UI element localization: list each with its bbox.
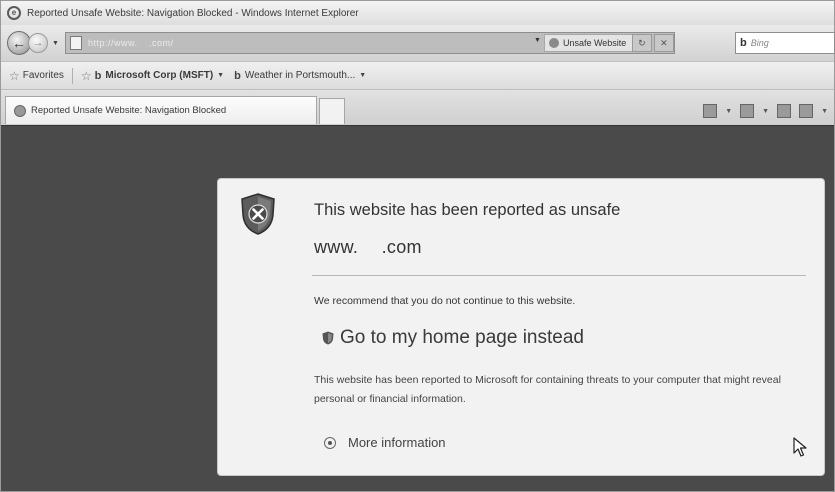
- tab-bar: Reported Unsafe Website: Navigation Bloc…: [1, 89, 834, 125]
- favorite-item-weather[interactable]: b Weather in Portsmouth... ▼: [234, 70, 366, 82]
- title-bar: e Reported Unsafe Website: Navigation Bl…: [1, 1, 834, 25]
- tab-label: Reported Unsafe Website: Navigation Bloc…: [31, 105, 227, 116]
- unsafe-warning-panel: This website has been reported as unsafe…: [217, 178, 825, 476]
- forward-button[interactable]: →: [28, 33, 48, 53]
- recent-pages-dropdown-icon[interactable]: ▼: [52, 40, 59, 47]
- more-information-link[interactable]: More information: [324, 435, 446, 450]
- favorites-bar: ☆ Favorites ☆ b Microsoft Corp (MSFT) ▼ …: [1, 61, 834, 89]
- mail-icon[interactable]: [777, 104, 792, 118]
- print-icon[interactable]: [799, 104, 814, 118]
- address-dropdown-icon[interactable]: ▼: [534, 37, 541, 44]
- shield-icon: [322, 331, 334, 345]
- blocked-url: www. .com: [314, 237, 422, 257]
- favorites-star-icon[interactable]: ☆: [9, 69, 20, 83]
- bing-logo-icon: b: [740, 37, 747, 49]
- chevron-down-icon[interactable]: ▼: [725, 108, 732, 115]
- home-link-label: Go to my home page instead: [340, 327, 584, 348]
- arrow-left-icon: ←: [12, 35, 26, 51]
- address-url[interactable]: http://www. .com/: [88, 38, 174, 48]
- feeds-icon[interactable]: [740, 104, 755, 118]
- search-box[interactable]: b Bing: [735, 32, 835, 54]
- new-tab-button[interactable]: [319, 98, 345, 124]
- unsafe-website-label: Unsafe Website: [562, 38, 627, 48]
- page-icon: [69, 36, 82, 50]
- expand-circle-icon: [324, 436, 336, 449]
- shield-icon: [548, 38, 559, 48]
- favorites-button[interactable]: Favorites: [23, 70, 64, 81]
- arrow-right-icon: →: [32, 37, 44, 49]
- go-to-home-page-link[interactable]: Go to my home page instead: [322, 327, 584, 349]
- search-input[interactable]: Bing: [751, 38, 769, 48]
- navigation-bar: ← → ▼ http://www. .com/ ▼ Unsafe Website…: [1, 25, 834, 61]
- favorites-separator: [71, 67, 73, 84]
- chevron-down-icon[interactable]: ▼: [821, 108, 828, 115]
- favorite-item-label: Weather in Portsmouth...: [244, 70, 356, 81]
- reported-description: This website has been reported to Micros…: [314, 374, 781, 405]
- favorite-item-msft[interactable]: b Microsoft Corp (MSFT) ▼: [95, 70, 224, 82]
- browser-window: e Reported Unsafe Website: Navigation Bl…: [0, 0, 835, 492]
- mouse-cursor-icon: [793, 437, 807, 457]
- warning-title: This website has been reported as unsafe: [314, 201, 621, 219]
- chevron-down-icon[interactable]: ▼: [762, 108, 769, 115]
- window-title: Reported Unsafe Website: Navigation Bloc…: [27, 7, 359, 19]
- tab-favicon-icon: [14, 104, 26, 117]
- address-bar[interactable]: http://www. .com/ ▼ Unsafe Website ↻ ✕: [64, 32, 675, 54]
- divider: [312, 275, 806, 276]
- bing-favicon-icon: b: [94, 69, 102, 82]
- home-icon[interactable]: [703, 104, 718, 118]
- refresh-icon: ↻: [638, 38, 646, 48]
- refresh-button[interactable]: ↻: [631, 34, 652, 52]
- shield-x-icon: [241, 193, 275, 235]
- page-content: This website has been reported as unsafe…: [1, 125, 834, 491]
- unsafe-website-badge[interactable]: Unsafe Website: [543, 34, 634, 52]
- favorite-item-label: Microsoft Corp (MSFT): [105, 70, 214, 81]
- ie-logo-icon: e: [7, 6, 21, 20]
- chevron-down-icon[interactable]: ▼: [217, 72, 224, 79]
- stop-icon: ✕: [660, 38, 668, 48]
- bing-favicon-icon: b: [234, 69, 241, 82]
- stop-button[interactable]: ✕: [653, 34, 674, 52]
- add-to-favorites-icon[interactable]: ☆: [81, 69, 92, 83]
- more-information-label: More information: [348, 435, 446, 450]
- command-bar: ▼ ▼ ▼: [703, 104, 828, 118]
- recommendation-text: We recommend that you do not continue to…: [314, 295, 576, 307]
- chevron-down-icon[interactable]: ▼: [359, 72, 366, 79]
- tab-reported-unsafe[interactable]: Reported Unsafe Website: Navigation Bloc…: [5, 96, 317, 124]
